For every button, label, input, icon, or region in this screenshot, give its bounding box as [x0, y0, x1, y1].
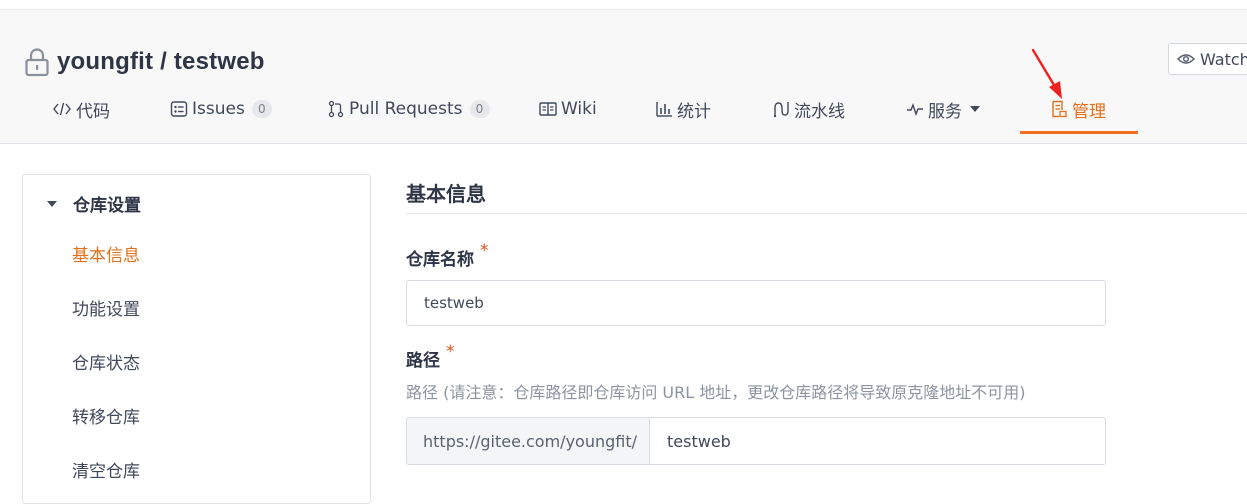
title-divider [406, 213, 1247, 214]
tab-issues[interactable]: Issues 0 [170, 84, 272, 134]
settings-sidebar: 仓库设置 基本信息 功能设置 仓库状态 转移仓库 清空仓库 [22, 174, 371, 504]
tab-stats[interactable]: 统计 [655, 84, 711, 134]
issues-icon [170, 101, 188, 117]
tab-pull-requests-label: Pull Requests [349, 99, 463, 119]
tab-pipeline[interactable]: 流水线 [772, 84, 845, 134]
path-value: testweb [667, 431, 731, 451]
annotation-arrow-icon [1031, 48, 1062, 99]
repo-name-value: testweb [424, 294, 484, 312]
path-prefix: https://gitee.com/youngfit/ [407, 418, 650, 464]
tab-wiki[interactable]: Wiki [539, 84, 597, 134]
sidebar-item-features[interactable]: 功能设置 [72, 295, 140, 320]
path-label-text: 路径 [406, 351, 440, 371]
tab-code-label: 代码 [76, 101, 110, 122]
sidebar-item-basic-info[interactable]: 基本信息 [72, 241, 140, 266]
tab-pipeline-label: 流水线 [794, 101, 845, 122]
page-title: 基本信息 [406, 182, 486, 206]
sidebar-heading[interactable]: 仓库设置 [47, 191, 141, 216]
sidebar-heading-label: 仓库设置 [73, 196, 141, 216]
path-hint: 路径 (请注意：仓库路径即仓库访问 URL 地址，更改仓库路径将导致原克隆地址不… [406, 383, 1026, 402]
tab-code[interactable]: 代码 [52, 84, 110, 134]
tab-issues-label: Issues [192, 99, 245, 119]
path-input[interactable]: testweb [650, 418, 1105, 464]
issues-count-badge: 0 [251, 100, 272, 118]
code-icon [53, 102, 71, 116]
tab-services-label: 服务 [928, 101, 962, 122]
pulse-icon [907, 102, 923, 117]
tab-wiki-label: Wiki [561, 99, 597, 119]
active-tab-indicator [1020, 131, 1138, 134]
top-strip [0, 0, 1247, 10]
caret-down-icon [47, 200, 57, 207]
repo-name-label: 仓库名称 * [406, 241, 489, 270]
repo-name-link[interactable]: youngfit / testweb [57, 48, 265, 76]
chevron-down-icon [970, 106, 980, 112]
repo-name-label-text: 仓库名称 [406, 250, 474, 270]
watch-button[interactable]: Watch [1168, 43, 1247, 75]
repo-title: youngfit / testweb [24, 44, 265, 80]
eye-icon [1177, 54, 1195, 64]
sidebar-item-clear[interactable]: 清空仓库 [72, 457, 140, 482]
manage-icon [1052, 100, 1067, 118]
tab-services[interactable]: 服务 [906, 84, 980, 134]
path-label: 路径 * [406, 342, 455, 371]
tab-manage-label: 管理 [1072, 101, 1106, 122]
watch-label: Watch [1200, 49, 1247, 69]
tab-stats-label: 统计 [677, 101, 711, 122]
sidebar-item-status[interactable]: 仓库状态 [72, 349, 140, 374]
pull-request-icon [328, 100, 344, 118]
wiki-icon [539, 102, 557, 116]
tab-pull-requests[interactable]: Pull Requests 0 [327, 84, 490, 134]
stats-icon [656, 102, 672, 117]
sidebar-item-transfer[interactable]: 转移仓库 [72, 403, 140, 428]
required-mark: * [480, 241, 489, 261]
repo-name-input[interactable]: testweb [406, 280, 1106, 326]
pipeline-icon [773, 102, 789, 118]
lock-icon [25, 48, 49, 77]
path-input-group: https://gitee.com/youngfit/ testweb [406, 417, 1106, 465]
pull-requests-count-badge: 0 [469, 100, 490, 118]
required-mark: * [446, 342, 455, 362]
